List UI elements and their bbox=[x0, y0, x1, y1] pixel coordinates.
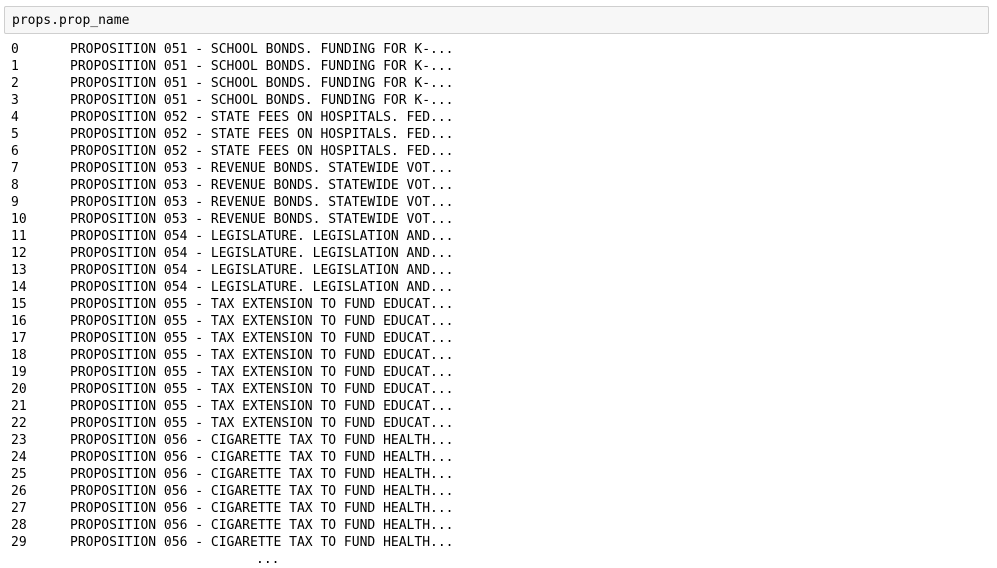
row-index: 25 bbox=[11, 467, 27, 482]
row-index: 18 bbox=[11, 348, 27, 363]
row-value: PROPOSITION 055 - TAX EXTENSION TO FUND … bbox=[70, 416, 454, 431]
row-value: PROPOSITION 051 - SCHOOL BONDS. FUNDING … bbox=[70, 76, 454, 91]
row-index: 12 bbox=[11, 246, 27, 261]
row-index: 13 bbox=[11, 263, 27, 278]
series-row: 5 PROPOSITION 052 - STATE FEES ON HOSPITA… bbox=[11, 126, 991, 143]
series-row: 29 PROPOSITION 056 - CIGARETTE TAX TO FUN… bbox=[11, 534, 991, 551]
row-value: PROPOSITION 056 - CIGARETTE TAX TO FUND … bbox=[70, 535, 454, 550]
series-row: 4 PROPOSITION 052 - STATE FEES ON HOSPITA… bbox=[11, 109, 991, 126]
series-row: 16 PROPOSITION 055 - TAX EXTENSION TO FUN… bbox=[11, 313, 991, 330]
row-index: 26 bbox=[11, 484, 27, 499]
row-index: 22 bbox=[11, 416, 27, 431]
row-index: 9 bbox=[11, 195, 19, 210]
row-value: PROPOSITION 056 - CIGARETTE TAX TO FUND … bbox=[70, 467, 454, 482]
row-value: PROPOSITION 051 - SCHOOL BONDS. FUNDING … bbox=[70, 42, 454, 57]
row-value: PROPOSITION 054 - LEGISLATURE. LEGISLATI… bbox=[70, 246, 454, 261]
series-row: 2 PROPOSITION 051 - SCHOOL BONDS. FUNDING… bbox=[11, 75, 991, 92]
row-index: 19 bbox=[11, 365, 27, 380]
row-index: 17 bbox=[11, 331, 27, 346]
series-row: 22 PROPOSITION 055 - TAX EXTENSION TO FUN… bbox=[11, 415, 991, 432]
row-index: 10 bbox=[11, 212, 27, 227]
row-index: 0 bbox=[11, 42, 19, 57]
row-index: 1 bbox=[11, 59, 19, 74]
row-index: 29 bbox=[11, 535, 27, 550]
row-index: 5 bbox=[11, 127, 19, 142]
row-value: PROPOSITION 051 - SCHOOL BONDS. FUNDING … bbox=[70, 93, 454, 108]
row-value: PROPOSITION 055 - TAX EXTENSION TO FUND … bbox=[70, 314, 454, 329]
row-value: PROPOSITION 052 - STATE FEES ON HOSPITAL… bbox=[70, 144, 454, 159]
row-index: 2 bbox=[11, 76, 19, 91]
series-row: 6 PROPOSITION 052 - STATE FEES ON HOSPITA… bbox=[11, 143, 991, 160]
series-row: 12 PROPOSITION 054 - LEGISLATURE. LEGISLA… bbox=[11, 245, 991, 262]
row-value: PROPOSITION 056 - CIGARETTE TAX TO FUND … bbox=[70, 450, 454, 465]
row-value: PROPOSITION 052 - STATE FEES ON HOSPITAL… bbox=[70, 110, 454, 125]
series-row: 18 PROPOSITION 055 - TAX EXTENSION TO FUN… bbox=[11, 347, 991, 364]
series-row: 10 PROPOSITION 053 - REVENUE BONDS. STATE… bbox=[11, 211, 991, 228]
series-row: 11 PROPOSITION 054 - LEGISLATURE. LEGISLA… bbox=[11, 228, 991, 245]
series-row: 0 PROPOSITION 051 - SCHOOL BONDS. FUNDING… bbox=[11, 41, 991, 58]
series-row: 24 PROPOSITION 056 - CIGARETTE TAX TO FUN… bbox=[11, 449, 991, 466]
series-row: 17 PROPOSITION 055 - TAX EXTENSION TO FUN… bbox=[11, 330, 991, 347]
row-index: 16 bbox=[11, 314, 27, 329]
row-index: 6 bbox=[11, 144, 19, 159]
code-input-cell[interactable]: props.prop_name bbox=[4, 6, 989, 34]
row-index: 11 bbox=[11, 229, 27, 244]
series-row: 8 PROPOSITION 053 - REVENUE BONDS. STATEW… bbox=[11, 177, 991, 194]
series-row: 19 PROPOSITION 055 - TAX EXTENSION TO FUN… bbox=[11, 364, 991, 381]
series-row: 28 PROPOSITION 056 - CIGARETTE TAX TO FUN… bbox=[11, 517, 991, 534]
row-value: PROPOSITION 053 - REVENUE BONDS. STATEWI… bbox=[70, 161, 454, 176]
cell-output: 0 PROPOSITION 051 - SCHOOL BONDS. FUNDING… bbox=[11, 41, 991, 551]
row-value: PROPOSITION 054 - LEGISLATURE. LEGISLATI… bbox=[70, 229, 454, 244]
row-value: PROPOSITION 051 - SCHOOL BONDS. FUNDING … bbox=[70, 59, 454, 74]
series-row: 14 PROPOSITION 054 - LEGISLATURE. LEGISLA… bbox=[11, 279, 991, 296]
truncation-ellipsis: ... bbox=[256, 552, 280, 567]
row-index: 27 bbox=[11, 501, 27, 516]
series-row: 23 PROPOSITION 056 - CIGARETTE TAX TO FUN… bbox=[11, 432, 991, 449]
row-value: PROPOSITION 055 - TAX EXTENSION TO FUND … bbox=[70, 348, 454, 363]
row-value: PROPOSITION 055 - TAX EXTENSION TO FUND … bbox=[70, 331, 454, 346]
row-index: 28 bbox=[11, 518, 27, 533]
row-value: PROPOSITION 053 - REVENUE BONDS. STATEWI… bbox=[70, 212, 454, 227]
series-row: 20 PROPOSITION 055 - TAX EXTENSION TO FUN… bbox=[11, 381, 991, 398]
row-index: 14 bbox=[11, 280, 27, 295]
series-row: 21 PROPOSITION 055 - TAX EXTENSION TO FUN… bbox=[11, 398, 991, 415]
row-value: PROPOSITION 055 - TAX EXTENSION TO FUND … bbox=[70, 297, 454, 312]
row-value: PROPOSITION 055 - TAX EXTENSION TO FUND … bbox=[70, 365, 454, 380]
series-row: 25 PROPOSITION 056 - CIGARETTE TAX TO FUN… bbox=[11, 466, 991, 483]
series-row: 26 PROPOSITION 056 - CIGARETTE TAX TO FUN… bbox=[11, 483, 991, 500]
row-value: PROPOSITION 054 - LEGISLATURE. LEGISLATI… bbox=[70, 263, 454, 278]
row-value: PROPOSITION 056 - CIGARETTE TAX TO FUND … bbox=[70, 433, 454, 448]
row-index: 4 bbox=[11, 110, 19, 125]
row-value: PROPOSITION 056 - CIGARETTE TAX TO FUND … bbox=[70, 484, 454, 499]
row-value: PROPOSITION 055 - TAX EXTENSION TO FUND … bbox=[70, 399, 454, 414]
row-value: PROPOSITION 054 - LEGISLATURE. LEGISLATI… bbox=[70, 280, 454, 295]
series-row: 9 PROPOSITION 053 - REVENUE BONDS. STATEW… bbox=[11, 194, 991, 211]
row-index: 21 bbox=[11, 399, 27, 414]
row-index: 15 bbox=[11, 297, 27, 312]
code-text: props.prop_name bbox=[12, 13, 130, 28]
series-row: 1 PROPOSITION 051 - SCHOOL BONDS. FUNDING… bbox=[11, 58, 991, 75]
series-row: 15 PROPOSITION 055 - TAX EXTENSION TO FUN… bbox=[11, 296, 991, 313]
series-row: 7 PROPOSITION 053 - REVENUE BONDS. STATEW… bbox=[11, 160, 991, 177]
row-index: 24 bbox=[11, 450, 27, 465]
row-index: 3 bbox=[11, 93, 19, 108]
row-value: PROPOSITION 056 - CIGARETTE TAX TO FUND … bbox=[70, 501, 454, 516]
row-index: 7 bbox=[11, 161, 19, 176]
row-value: PROPOSITION 053 - REVENUE BONDS. STATEWI… bbox=[70, 178, 454, 193]
row-index: 23 bbox=[11, 433, 27, 448]
row-index: 20 bbox=[11, 382, 27, 397]
row-value: PROPOSITION 052 - STATE FEES ON HOSPITAL… bbox=[70, 127, 454, 142]
series-row: 27 PROPOSITION 056 - CIGARETTE TAX TO FUN… bbox=[11, 500, 991, 517]
series-row: 13 PROPOSITION 054 - LEGISLATURE. LEGISLA… bbox=[11, 262, 991, 279]
row-value: PROPOSITION 055 - TAX EXTENSION TO FUND … bbox=[70, 382, 454, 397]
row-index: 8 bbox=[11, 178, 19, 193]
row-value: PROPOSITION 056 - CIGARETTE TAX TO FUND … bbox=[70, 518, 454, 533]
row-value: PROPOSITION 053 - REVENUE BONDS. STATEWI… bbox=[70, 195, 454, 210]
series-row: 3 PROPOSITION 051 - SCHOOL BONDS. FUNDING… bbox=[11, 92, 991, 109]
